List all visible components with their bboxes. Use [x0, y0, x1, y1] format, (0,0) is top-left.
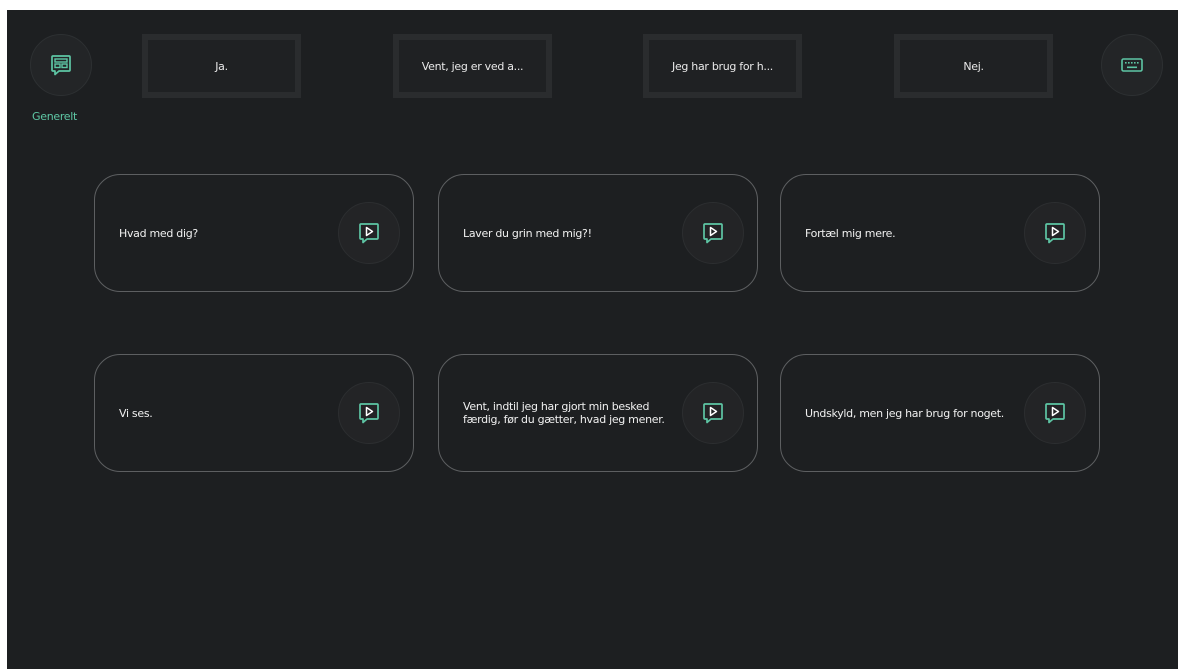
quick-reply-label: Vent, jeg er ved a... [421, 59, 524, 73]
speech-play-icon [359, 223, 379, 244]
phrase-board-icon [51, 55, 71, 76]
quick-reply-label: Jeg har brug for h... [672, 59, 773, 73]
phrase-text: Undskyld, men jeg har brug for noget. [805, 406, 1004, 420]
phrase-card[interactable]: Laver du grin med mig?! [438, 174, 758, 292]
speech-play-icon [359, 403, 379, 424]
app-screen: Generelt Ja. Vent, jeg er ved a... Jeg h… [7, 10, 1178, 669]
speak-phrase-button[interactable] [338, 382, 400, 444]
phrase-text: Laver du grin med mig?! [463, 226, 592, 240]
phrase-text: Hvad med dig? [119, 226, 198, 240]
quick-reply-no[interactable]: Nej. [894, 34, 1053, 98]
phrase-card[interactable]: Vi ses. [94, 354, 414, 472]
quick-reply-wait[interactable]: Vent, jeg er ved a... [393, 34, 552, 98]
phrase-text: Vi ses. [119, 406, 153, 420]
speak-phrase-button[interactable] [682, 202, 744, 264]
keyboard-button[interactable] [1101, 34, 1163, 96]
speak-phrase-button[interactable] [682, 382, 744, 444]
phrase-card[interactable]: Fortæl mig mere. [780, 174, 1100, 292]
speak-phrase-button[interactable] [1024, 202, 1086, 264]
speech-play-icon [703, 403, 723, 424]
quick-reply-label: Nej. [963, 59, 984, 73]
phrase-text: Vent, indtil jeg har gjort min besked fæ… [463, 400, 665, 426]
speech-play-icon [1045, 403, 1065, 424]
phrase-card[interactable]: Vent, indtil jeg har gjort min besked fæ… [438, 354, 758, 472]
speech-play-icon [703, 223, 723, 244]
speech-play-icon [1045, 223, 1065, 244]
category-button[interactable] [30, 34, 92, 96]
quick-reply-yes[interactable]: Ja. [142, 34, 301, 98]
phrase-card[interactable]: Hvad med dig? [94, 174, 414, 292]
speak-phrase-button[interactable] [1024, 382, 1086, 444]
phrase-card[interactable]: Undskyld, men jeg har brug for noget. [780, 354, 1100, 472]
keyboard-icon [1121, 58, 1143, 72]
speak-phrase-button[interactable] [338, 202, 400, 264]
category-label: Generelt [32, 110, 78, 123]
quick-reply-label: Ja. [215, 59, 228, 73]
quick-reply-need-help[interactable]: Jeg har brug for h... [643, 34, 802, 98]
phrase-text: Fortæl mig mere. [805, 226, 896, 240]
